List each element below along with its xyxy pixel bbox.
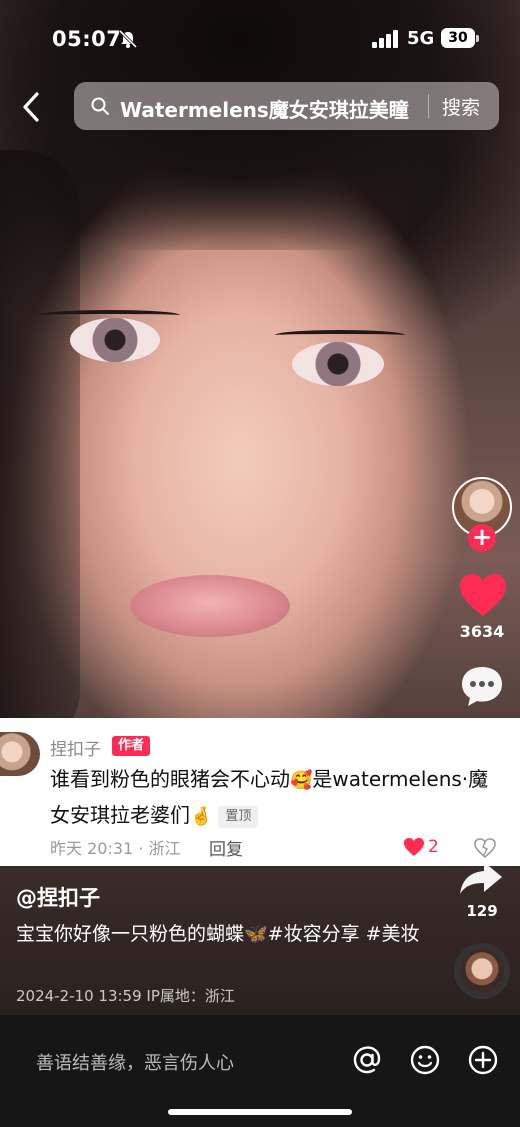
search-bar[interactable]: Watermelens魔女安琪拉美瞳 搜索 [74,82,499,130]
status-bar: 05:07 5G 30 [0,0,520,78]
share-count: 129 [466,902,498,920]
follow-button[interactable]: + [468,524,496,552]
search-query[interactable]: Watermelens魔女安琪拉美瞳 [120,94,409,123]
comment-input[interactable]: 善语结善缘，恶言伤人心 [36,1049,234,1075]
bottom-comment-bar: 善语结善缘，恶言伤人心 [0,1015,520,1127]
caption-author[interactable]: @捏扣子 [16,882,100,912]
comment-text-part1: 谁看到粉色的眼猪会不心动 [50,767,290,791]
search-button[interactable]: 搜索 [442,93,480,120]
music-disc[interactable] [454,943,510,999]
pinned-comment[interactable]: 捏扣子 作者 谁看到粉色的眼猪会不心动🥰是watermelens·魔女安琪拉老婆… [0,718,520,866]
comment-text: 谁看到粉色的眼猪会不心动🥰是watermelens·魔女安琪拉老婆们🤞 置顶 [50,762,502,834]
broken-heart-icon[interactable] [474,837,496,859]
home-indicator [168,1109,352,1115]
video-eye-left [70,318,160,362]
search-divider [428,94,429,118]
comment-meta: 昨天 20:31 · 浙江 [50,839,181,858]
video-hair-side [0,150,80,750]
crossed-fingers-emoji: 🤞 [190,806,213,827]
comment-like-count: 2 [428,837,439,857]
like-count: 3634 [459,622,505,641]
pinned-badge: 置顶 [218,805,259,828]
video-lips [130,575,290,637]
battery-indicator: 30 [441,28,479,48]
video-eye-right [292,342,384,386]
share-icon[interactable] [458,860,504,896]
comment-icon[interactable] [460,664,504,708]
comment-heart-icon[interactable] [403,837,425,857]
search-icon [91,97,109,115]
comment-avatar[interactable] [0,732,40,776]
heart-eyes-emoji: 🥰 [290,770,313,791]
comment-author[interactable]: 捏扣子 [50,735,101,760]
signal-icon [372,30,398,48]
plus-icon[interactable] [468,1045,498,1075]
author-badge: 作者 [112,736,151,756]
bell-slash-icon [118,29,138,49]
back-arrow-icon[interactable] [16,90,46,124]
emoji-icon[interactable] [410,1045,440,1075]
video-lashes-right [275,330,405,340]
caption-text: 宝宝你好像一只粉色的蝴蝶🦋#妆容分享 #美妆 [16,923,420,945]
heart-icon[interactable] [458,572,508,618]
caption-meta: 2024-2-10 13:59 IP属地：浙江 [16,987,235,1005]
network-type: 5G [407,28,435,49]
at-icon[interactable] [352,1045,382,1075]
reply-button[interactable]: 回复 [209,835,243,860]
status-time: 05:07 [52,27,122,51]
